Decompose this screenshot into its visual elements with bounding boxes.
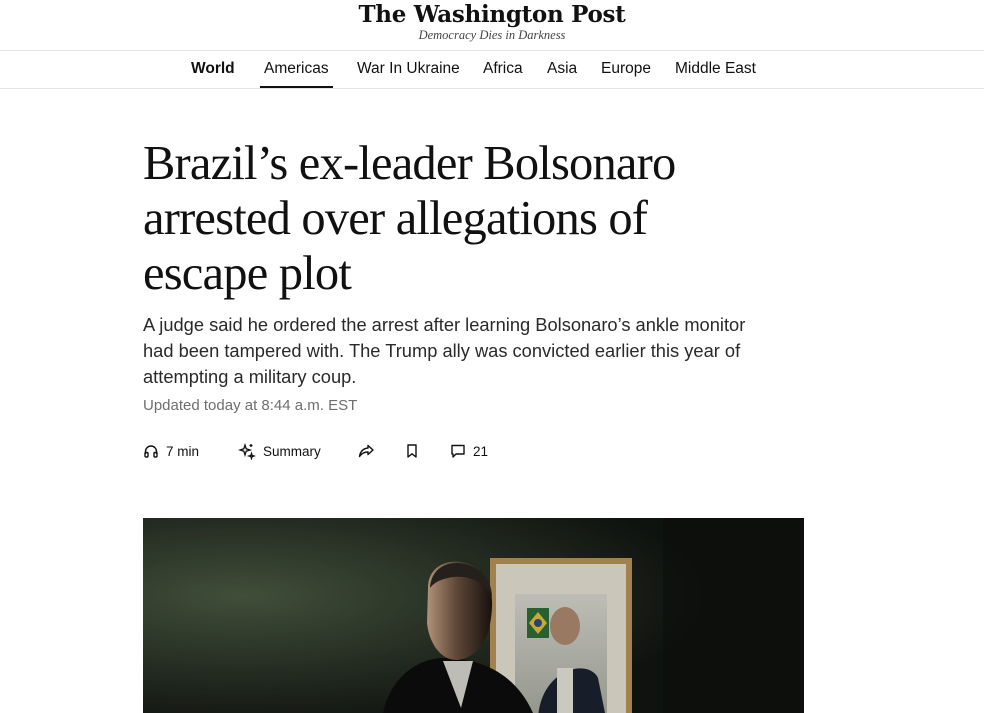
section-nav: World Americas War In Ukraine Africa Asi… — [0, 51, 984, 89]
deck-line: attempting a military coup. — [143, 366, 357, 387]
nav-item-middle-east[interactable]: Middle East — [675, 51, 756, 88]
deck-line: had been tampered with. The Trump ally w… — [143, 340, 741, 361]
listen-duration: 7 min — [166, 443, 200, 459]
listen-button[interactable]: 7 min — [143, 440, 199, 462]
summary-label: Summary — [263, 443, 321, 459]
share-icon — [358, 444, 374, 458]
masthead: The Washington Post Democracy Dies in Da… — [0, 0, 984, 51]
site-tagline: Democracy Dies in Darkness — [418, 28, 566, 42]
share-button[interactable] — [357, 440, 375, 462]
headphones-icon — [144, 445, 158, 458]
article-timestamp: Updated today at 8:44 a.m. EST — [143, 397, 358, 414]
bookmark-icon — [407, 444, 417, 458]
headline-line: arrested over allegations of — [143, 192, 648, 245]
sparkle-icon — [238, 442, 256, 460]
nav-item-europe[interactable]: Europe — [601, 51, 651, 88]
nav-item-asia[interactable]: Asia — [547, 51, 577, 88]
nav-item-americas[interactable]: Americas — [260, 51, 333, 88]
headline-line: Brazil’s ex-leader Bolsonaro — [143, 137, 676, 190]
headline-line: escape plot — [143, 247, 352, 300]
nav-item-world[interactable]: World — [191, 51, 235, 88]
article-headline: Brazil’s ex-leader Bolsonaro arrested ov… — [143, 136, 783, 301]
nav-item-war-in-ukraine[interactable]: War In Ukraine — [357, 51, 460, 88]
nav-item-africa[interactable]: Africa — [483, 51, 523, 88]
comment-count: 21 — [473, 443, 489, 459]
comment-icon — [451, 444, 465, 458]
site-logo[interactable]: The Washington Post — [0, 1, 984, 28]
deck-line: A judge said he ordered the arrest after… — [143, 314, 746, 335]
comments-button[interactable]: 21 — [450, 440, 488, 462]
save-bookmark-button[interactable] — [405, 440, 419, 462]
lead-photo[interactable] — [143, 518, 804, 713]
summary-button[interactable]: Summary — [238, 440, 321, 462]
lead-photo-image — [143, 518, 804, 713]
article-subheadline: A judge said he ordered the arrest after… — [143, 312, 803, 390]
